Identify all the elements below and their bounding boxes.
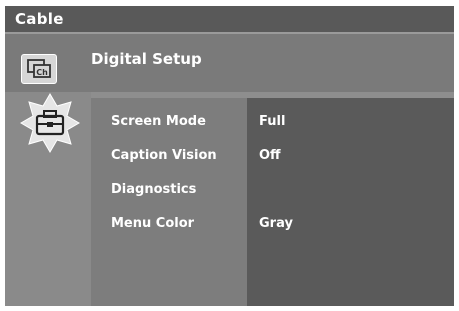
- menu-item-screen-mode[interactable]: Screen Mode: [111, 114, 206, 129]
- title-bar: Cable: [5, 6, 454, 34]
- source-title: Cable: [15, 10, 64, 28]
- channel-setup-icon-graphic: Ch: [27, 59, 51, 78]
- screen-mode-value[interactable]: Full: [259, 114, 285, 129]
- setup-icon-selected[interactable]: [19, 92, 81, 154]
- caption-vision-value[interactable]: Off: [259, 148, 281, 163]
- menu-header: Digital Setup: [5, 34, 454, 92]
- menu-item-diagnostics[interactable]: Diagnostics: [111, 182, 196, 197]
- menu-item-caption-vision[interactable]: Caption Vision: [111, 148, 217, 163]
- menu-color-value[interactable]: Gray: [259, 216, 293, 231]
- toolbox-icon: [20, 93, 80, 153]
- tv-menu-screen: Cable Digital Setup Ch Screen Mode Full …: [5, 6, 454, 306]
- menu-heading: Digital Setup: [91, 50, 202, 68]
- menu-panel: [91, 98, 247, 306]
- channel-setup-icon[interactable]: Ch: [21, 54, 57, 84]
- value-panel: [247, 98, 454, 306]
- channel-icon-text: Ch: [36, 68, 48, 77]
- menu-item-menu-color[interactable]: Menu Color: [111, 216, 194, 231]
